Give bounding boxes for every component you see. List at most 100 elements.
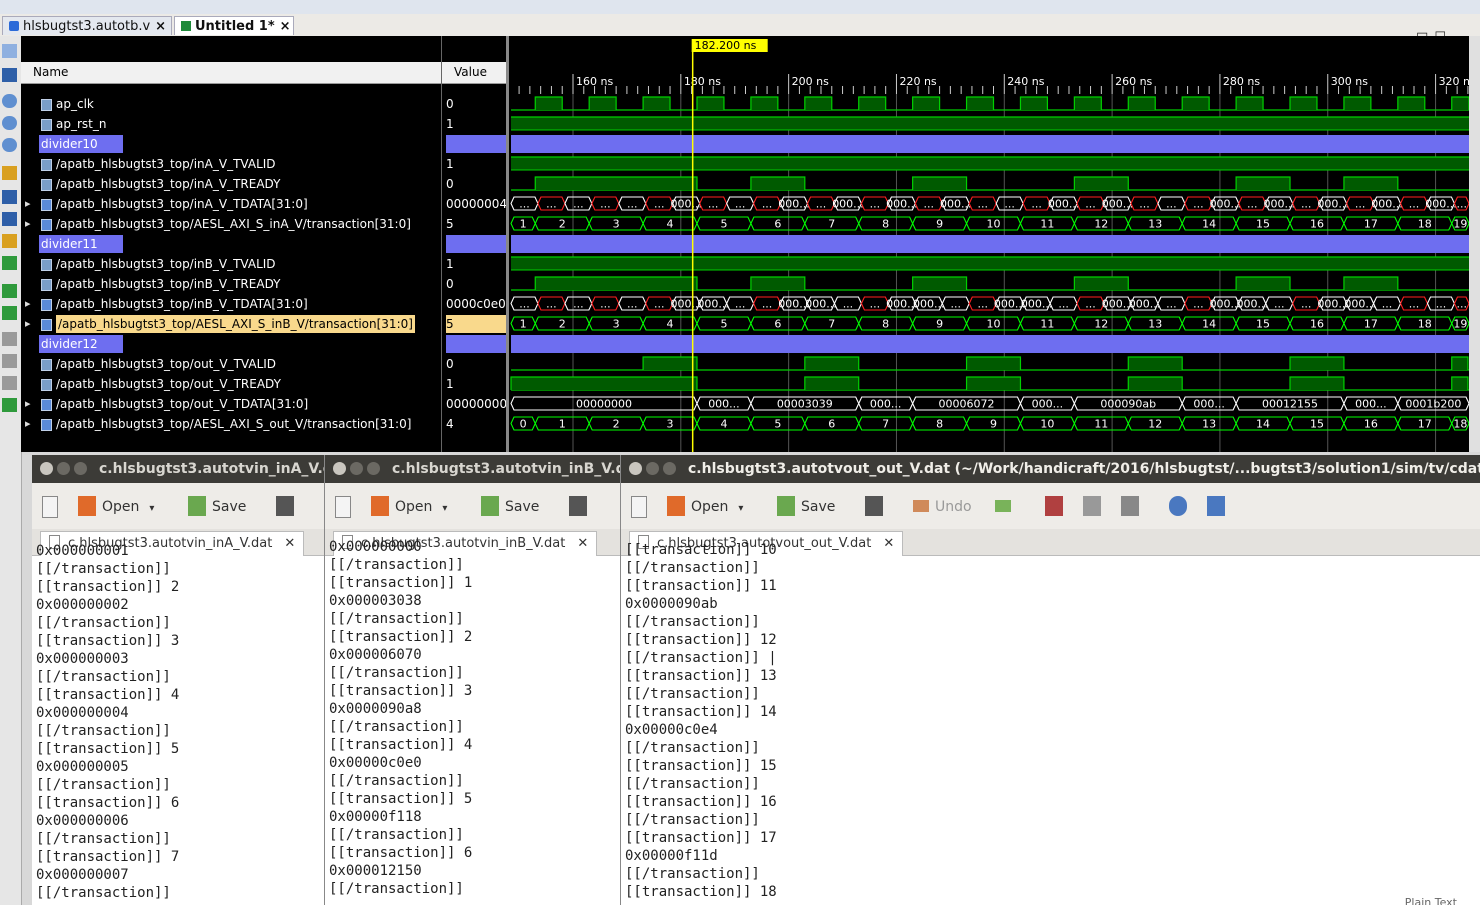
zoom-out-icon[interactable] (2, 116, 17, 130)
swap-cursor-icon[interactable] (2, 306, 17, 320)
expand-icon[interactable]: ▸ (25, 195, 31, 213)
expand-icon[interactable]: ▸ (25, 415, 31, 433)
maximize-icon[interactable] (367, 462, 380, 475)
close-icon[interactable]: × (280, 19, 291, 34)
signal-row[interactable]: /apatb_hlsbugtst3_top/out_V_TREADY (21, 375, 427, 393)
new-document-button[interactable] (335, 496, 357, 518)
snap-icon[interactable] (2, 332, 17, 346)
divider-row[interactable]: divider10 (39, 135, 123, 153)
expand-icon[interactable] (2, 398, 17, 412)
chevron-down-icon[interactable]: ▾ (738, 503, 743, 514)
find-button[interactable] (1169, 496, 1193, 518)
cut-button[interactable] (1045, 496, 1069, 518)
text-area[interactable]: 0x000000001 [[/transaction]] [[transacti… (36, 542, 179, 902)
bus-value-label: ... (600, 298, 611, 311)
maximize-icon[interactable] (74, 462, 87, 475)
next-marker-icon[interactable] (2, 284, 17, 298)
float-icon[interactable] (2, 354, 17, 368)
close-icon[interactable]: ✕ (883, 536, 894, 551)
add-marker-icon[interactable] (2, 234, 17, 248)
save-icon[interactable] (2, 68, 17, 82)
close-window-icon[interactable] (333, 462, 346, 475)
chevron-down-icon[interactable]: ▾ (149, 503, 154, 514)
prev-edge-icon[interactable] (2, 190, 17, 204)
signal-row[interactable]: ap_rst_n (21, 115, 427, 133)
undo-button[interactable]: Undo (913, 496, 972, 518)
close-window-icon[interactable] (629, 462, 642, 475)
signal-row[interactable]: /apatb_hlsbugtst3_top/inA_V_TREADY (21, 175, 427, 193)
signal-row[interactable]: ap_clk (21, 95, 427, 113)
waveform-pane[interactable]: 160 ns 180 ns 200 ns 220 ns 240 ns 260 ns 280 … (509, 36, 1476, 452)
signal-row[interactable]: ▸ /apatb_hlsbugtst3_top/inA_V_TDATA[31:0] (21, 195, 427, 213)
waveform-canvas[interactable]: 160 ns 180 ns 200 ns 220 ns 240 ns 260 ns 280 … (509, 36, 1476, 452)
signal-row[interactable]: ▸ /apatb_hlsbugtst3_top/out_V_TDATA[31:0] (21, 395, 427, 413)
goto-cursor-icon[interactable] (2, 166, 17, 180)
bus-value-label: 19 (1453, 318, 1467, 331)
minimize-icon[interactable] (646, 462, 659, 475)
value-column-header[interactable]: Value (442, 62, 506, 84)
bus-value-label: 000... (832, 198, 864, 211)
open-button[interactable]: Open ▾ (667, 496, 743, 518)
maximize-icon[interactable] (663, 462, 676, 475)
high-fill (511, 257, 1469, 270)
text-area[interactable]: [[transaction]] 10 [[/transaction]] [[tr… (625, 541, 777, 901)
signal-row[interactable]: ▸ /apatb_hlsbugtst3_top/AESL_AXI_S_inB_V/… (21, 315, 427, 333)
zoom-fit-icon[interactable] (2, 138, 17, 152)
signal-value-pane[interactable]: Value 0 1 1 0 00000004 5 1 0 0000c0e0 5 0 1 00000000… (442, 36, 506, 452)
replace-button[interactable] (1207, 496, 1231, 518)
print-button[interactable] (276, 496, 300, 518)
goto-start-icon[interactable] (2, 44, 17, 58)
editor-titlebar[interactable]: c.hlsbugtst3.autotvin_inB_V.dat (325, 455, 625, 483)
close-icon[interactable]: ✕ (577, 536, 588, 551)
signal-row[interactable]: ▸ /apatb_hlsbugtst3_top/AESL_AXI_S_inA_V/… (21, 215, 427, 233)
open-button[interactable]: Open ▾ (78, 496, 154, 518)
expand-icon[interactable]: ▸ (25, 295, 31, 313)
expand-icon[interactable]: ▸ (25, 215, 31, 233)
editor-titlebar[interactable]: c.hlsbugtst3.autotvout_out_V.dat (~/Work… (621, 455, 1480, 483)
status-language[interactable]: Plain Text (1405, 896, 1457, 905)
signal-row[interactable]: /apatb_hlsbugtst3_top/inB_V_TVALID (21, 255, 427, 273)
editor-titlebar[interactable]: c.hlsbugtst3.autotvin_inA_V.dat (32, 455, 332, 483)
expand-icon[interactable]: ▸ (25, 395, 31, 413)
collapse-icon[interactable] (2, 376, 17, 390)
save-button[interactable]: Save (188, 496, 246, 518)
print-button[interactable] (865, 496, 889, 518)
signal-row[interactable]: /apatb_hlsbugtst3_top/out_V_TVALID (21, 355, 427, 373)
divider-row[interactable]: divider11 (39, 235, 123, 253)
save-button[interactable]: Save (777, 496, 835, 518)
minimize-icon[interactable] (57, 462, 70, 475)
name-column-header[interactable]: Name (21, 62, 441, 84)
text-area[interactable]: 0x000000000 [[/transaction]] [[transacti… (329, 538, 472, 898)
new-document-button[interactable] (631, 496, 653, 518)
signal-row[interactable]: ▸ /apatb_hlsbugtst3_top/inB_V_TDATA[31:0] (21, 295, 427, 313)
signal-name: /apatb_hlsbugtst3_top/AESL_AXI_S_inB_V/t… (56, 315, 415, 333)
tab-untitled[interactable]: Untitled 1* × (174, 16, 294, 35)
save-button[interactable]: Save (481, 496, 539, 518)
signal-row[interactable]: /apatb_hlsbugtst3_top/inA_V_TVALID (21, 155, 427, 173)
signal-icon (41, 99, 52, 111)
print-button[interactable] (569, 496, 593, 518)
zoom-in-icon[interactable] (2, 94, 17, 108)
bus-value-label: 000... (1021, 298, 1052, 311)
divider-row[interactable]: divider12 (39, 335, 123, 353)
tab-autotb[interactable]: hlsbugtst3.autotb.v × (2, 16, 172, 35)
open-button[interactable]: Open ▾ (371, 496, 447, 518)
copy-button[interactable] (1083, 496, 1107, 518)
signal-value: 0 (446, 357, 454, 371)
expand-icon[interactable]: ▸ (25, 315, 31, 333)
chevron-down-icon[interactable]: ▾ (442, 503, 447, 514)
open-label: Open (691, 499, 729, 515)
close-window-icon[interactable] (40, 462, 53, 475)
close-icon[interactable]: × (155, 19, 166, 34)
minimize-icon[interactable] (350, 462, 363, 475)
close-icon[interactable]: ✕ (284, 536, 295, 551)
redo-button[interactable] (995, 496, 1017, 518)
signal-row[interactable]: ▸ /apatb_hlsbugtst3_top/AESL_AXI_S_out_V/… (21, 415, 427, 433)
vertical-scrollbar[interactable] (1469, 36, 1480, 452)
new-document-button[interactable] (42, 496, 64, 518)
signal-name-pane[interactable]: Name ap_clk ap_rst_n divider10/apatb_hlsbu… (21, 36, 441, 452)
signal-row[interactable]: /apatb_hlsbugtst3_top/inB_V_TREADY (21, 275, 427, 293)
next-edge-icon[interactable] (2, 212, 17, 226)
paste-button[interactable] (1121, 496, 1145, 518)
prev-marker-icon[interactable] (2, 256, 17, 270)
